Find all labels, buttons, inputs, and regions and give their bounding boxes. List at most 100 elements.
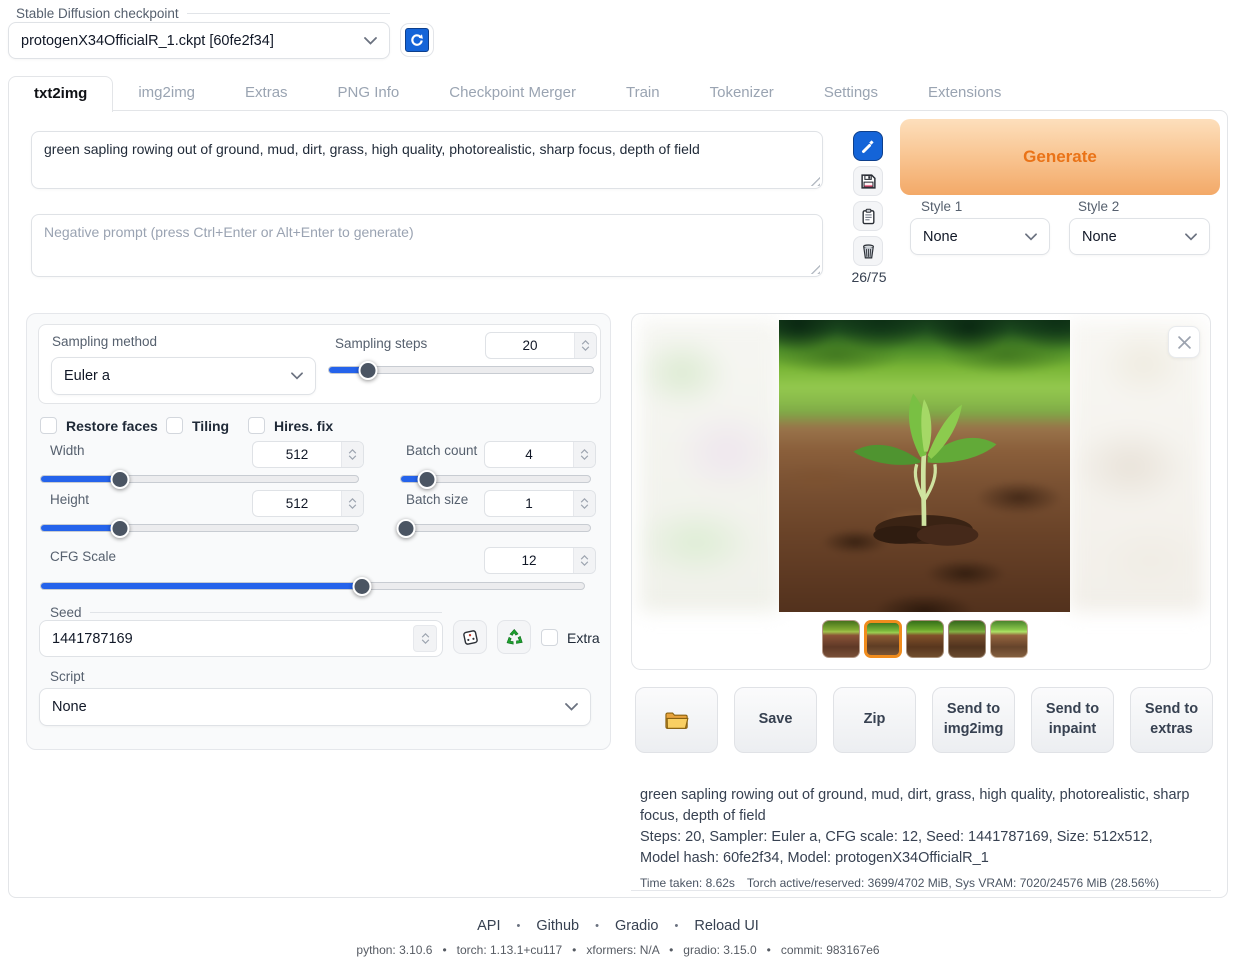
spinner[interactable] <box>573 491 595 516</box>
sapling-illustration <box>828 381 1020 562</box>
height-input[interactable]: 512 <box>252 490 364 517</box>
zip-button[interactable]: Zip <box>833 687 916 753</box>
seed-input[interactable]: 1441787169 <box>39 620 443 657</box>
send-to-inpaint-button[interactable]: Send to inpaint <box>1031 687 1114 753</box>
dice-icon <box>461 628 480 647</box>
width-input[interactable]: 512 <box>252 441 364 468</box>
style1-dropdown[interactable]: None <box>910 218 1050 255</box>
tab-extras[interactable]: Extras <box>220 76 313 111</box>
slider-handle[interactable] <box>396 519 415 538</box>
send-to-img2img-button[interactable]: Send to img2img <box>932 687 1015 753</box>
spinner[interactable] <box>574 333 596 358</box>
thumbnail-3[interactable] <box>906 620 944 658</box>
apply-style-button[interactable] <box>853 201 883 231</box>
slider-handle[interactable] <box>352 577 371 596</box>
checkpoint-value: protogenX34OfficialR_1.ckpt [60fe2f34] <box>21 33 274 49</box>
batch-count-slider[interactable] <box>400 470 591 488</box>
paintbrush-button[interactable] <box>853 131 883 161</box>
tab-extensions[interactable]: Extensions <box>903 76 1026 111</box>
style1-value: None <box>923 229 958 245</box>
checkbox-label: Restore faces <box>66 418 158 434</box>
style1-label: Style 1 <box>921 199 962 214</box>
footer-link-api[interactable]: API <box>477 918 500 934</box>
height-slider[interactable] <box>40 519 359 537</box>
batch-size-input[interactable]: 1 <box>484 490 596 517</box>
slider-handle[interactable] <box>110 519 129 538</box>
spinner[interactable] <box>341 442 363 467</box>
tab-png-info[interactable]: PNG Info <box>313 76 425 111</box>
tiling-checkbox[interactable]: Tiling <box>166 417 229 434</box>
slider-handle[interactable] <box>417 470 436 489</box>
script-label: Script <box>50 669 85 684</box>
tab-txt2img[interactable]: txt2img <box>8 76 113 112</box>
refresh-checkpoint-button[interactable] <box>400 23 434 57</box>
slider-fill <box>41 476 121 482</box>
tab-train[interactable]: Train <box>601 76 685 111</box>
spinner[interactable] <box>573 548 595 573</box>
spinner[interactable] <box>413 625 437 652</box>
clear-prompt-button[interactable] <box>853 236 883 266</box>
sampling-steps-value: 20 <box>486 333 574 358</box>
clipboard-icon <box>860 208 877 225</box>
tab-img2img[interactable]: img2img <box>113 76 220 111</box>
close-gallery-button[interactable] <box>1168 326 1200 358</box>
seed-label: Seed <box>50 605 442 620</box>
slider-handle[interactable] <box>110 470 129 489</box>
thumbnail-5[interactable] <box>990 620 1028 658</box>
footer-link-gradio[interactable]: Gradio <box>615 918 659 934</box>
batch-count-input[interactable]: 4 <box>484 441 596 468</box>
thumbnail-2-selected[interactable] <box>864 620 902 658</box>
seed-label-text: Seed <box>50 605 82 620</box>
checkbox-label: Extra <box>567 630 600 646</box>
save-style-button[interactable] <box>853 166 883 196</box>
sampling-steps-slider[interactable] <box>328 361 594 379</box>
send-to-extras-button[interactable]: Send to extras <box>1130 687 1213 753</box>
checkbox-box <box>248 417 265 434</box>
footer-link-github[interactable]: Github <box>536 918 579 934</box>
sampling-steps-input[interactable]: 20 <box>485 332 597 359</box>
spinner[interactable] <box>573 442 595 467</box>
prompt-input[interactable]: green sapling rowing out of ground, mud,… <box>31 131 823 189</box>
open-folder-button[interactable] <box>635 687 718 753</box>
tab-bar: txt2img img2img Extras PNG Info Checkpoi… <box>8 76 1026 111</box>
bullet-separator: • <box>675 920 679 932</box>
random-seed-button[interactable] <box>453 620 487 654</box>
extra-seed-checkbox[interactable]: Extra <box>541 629 600 646</box>
cfg-scale-input[interactable]: 12 <box>484 547 596 574</box>
slider-handle[interactable] <box>358 361 377 380</box>
thumbnail-strip <box>822 620 1028 658</box>
width-slider[interactable] <box>40 470 359 488</box>
spinner[interactable] <box>341 491 363 516</box>
style2-value: None <box>1082 229 1117 245</box>
tab-checkpoint-merger[interactable]: Checkpoint Merger <box>424 76 601 111</box>
cfg-scale-slider[interactable] <box>40 577 585 595</box>
output-gallery <box>631 313 1211 670</box>
batch-size-slider[interactable] <box>400 519 591 537</box>
bullet-separator: • <box>595 920 599 932</box>
tab-settings[interactable]: Settings <box>799 76 903 111</box>
hires-fix-checkbox[interactable]: Hires. fix <box>248 417 333 434</box>
negative-prompt-input[interactable] <box>31 214 823 277</box>
footer-link-reload-ui[interactable]: Reload UI <box>694 918 758 934</box>
script-dropdown[interactable]: None <box>39 688 591 726</box>
height-value: 512 <box>253 491 341 516</box>
generated-image-preview[interactable] <box>779 320 1070 612</box>
info-prompt-text: green sapling rowing out of ground, mud,… <box>640 785 1196 827</box>
chevron-down-icon <box>1025 233 1037 241</box>
thumbnail-4[interactable] <box>948 620 986 658</box>
sampling-method-dropdown[interactable]: Euler a <box>51 357 316 395</box>
tab-tokenizer[interactable]: Tokenizer <box>685 76 799 111</box>
reuse-seed-button[interactable] <box>497 620 531 654</box>
token-counter: 26/75 <box>845 269 893 285</box>
thumbnail-1[interactable] <box>822 620 860 658</box>
generate-button[interactable]: Generate <box>900 119 1220 195</box>
script-value: None <box>52 699 87 715</box>
style2-dropdown[interactable]: None <box>1069 218 1210 255</box>
save-button[interactable]: Save <box>734 687 817 753</box>
restore-faces-checkbox[interactable]: Restore faces <box>40 417 158 434</box>
slider-fill <box>41 583 363 589</box>
slider-fill <box>41 525 121 531</box>
paintbrush-icon <box>860 138 876 154</box>
checkpoint-dropdown[interactable]: protogenX34OfficialR_1.ckpt [60fe2f34] <box>8 22 390 59</box>
chevron-down-icon <box>1185 233 1197 241</box>
